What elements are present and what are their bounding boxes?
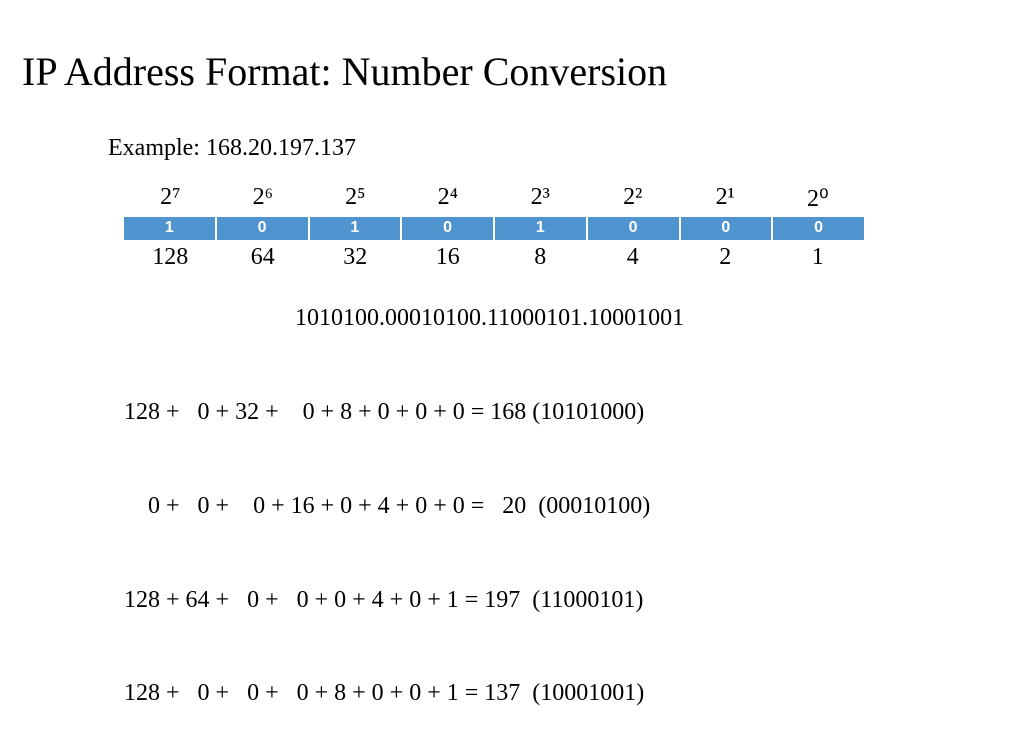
power-cell: 2³ xyxy=(494,180,587,217)
power-cell: 2⁷ xyxy=(124,180,217,217)
bit-cell: 0 xyxy=(402,217,495,240)
power-cell: 2¹ xyxy=(679,180,772,217)
calc-line: 0 + 0 + 0 + 16 + 0 + 4 + 0 + 0 = 20 (000… xyxy=(124,491,650,522)
conversion-table: 2⁷ 2⁶ 2⁵ 2⁴ 2³ 2² 2¹ 2⁰ 1 0 1 0 1 0 0 0 … xyxy=(124,180,864,275)
value-cell: 1 xyxy=(772,240,865,275)
value-cell: 4 xyxy=(587,240,680,275)
calc-line: 128 + 0 + 0 + 0 + 8 + 0 + 0 + 1 = 137 (1… xyxy=(124,678,650,709)
calc-line: 128 + 64 + 0 + 0 + 0 + 4 + 0 + 1 = 197 (… xyxy=(124,585,650,616)
bit-cell: 0 xyxy=(773,217,864,240)
values-row: 128 64 32 16 8 4 2 1 xyxy=(124,240,864,275)
calc-line: 128 + 0 + 32 + 0 + 8 + 0 + 0 + 0 = 168 (… xyxy=(124,397,650,428)
power-cell: 2² xyxy=(587,180,680,217)
value-cell: 64 xyxy=(217,240,310,275)
bit-cell: 0 xyxy=(217,217,310,240)
powers-row: 2⁷ 2⁶ 2⁵ 2⁴ 2³ 2² 2¹ 2⁰ xyxy=(124,180,864,217)
value-cell: 128 xyxy=(124,240,217,275)
bits-row: 1 0 1 0 1 0 0 0 xyxy=(124,217,864,240)
value-cell: 16 xyxy=(402,240,495,275)
power-cell: 2⁵ xyxy=(309,180,402,217)
power-cell: 2⁰ xyxy=(772,180,865,217)
value-cell: 8 xyxy=(494,240,587,275)
bit-cell: 0 xyxy=(681,217,774,240)
bit-cell: 0 xyxy=(588,217,681,240)
bit-cell: 1 xyxy=(124,217,217,240)
binary-string: 1010100.00010100.11000101.10001001 xyxy=(295,305,684,332)
bit-cell: 1 xyxy=(495,217,588,240)
bit-cell: 1 xyxy=(310,217,403,240)
example-label: Example: 168.20.197.137 xyxy=(108,135,356,162)
value-cell: 32 xyxy=(309,240,402,275)
power-cell: 2⁴ xyxy=(402,180,495,217)
power-cell: 2⁶ xyxy=(217,180,310,217)
calculations-block: 128 + 0 + 32 + 0 + 8 + 0 + 0 + 0 = 168 (… xyxy=(124,335,650,740)
slide-title: IP Address Format: Number Conversion xyxy=(22,48,667,95)
value-cell: 2 xyxy=(679,240,772,275)
